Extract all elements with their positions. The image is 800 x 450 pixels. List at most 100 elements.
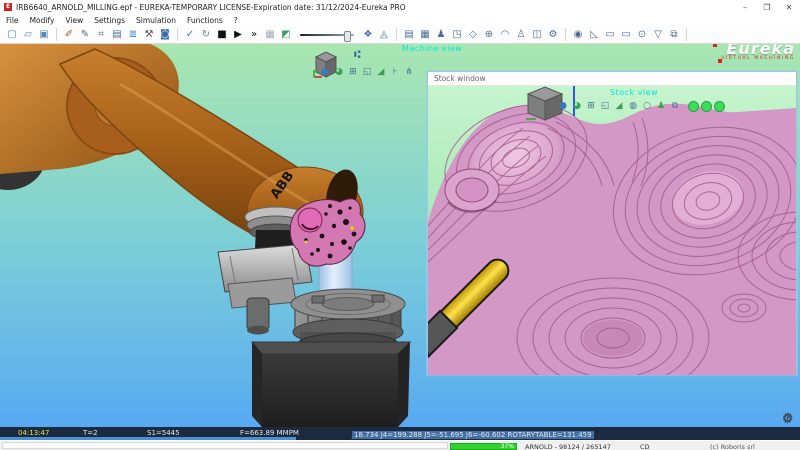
status-field	[2, 442, 448, 449]
nc-status-bar: 04:13:47 T=2 S1=5445 F=663.89 MMPM J1=24…	[0, 427, 800, 440]
fit-view-icon[interactable]: ⊞	[584, 100, 598, 113]
probe-icon[interactable]: ♙	[513, 27, 529, 42]
stock-view-toolbar: ● ◕ ⊞ ◱ ◢ ◍ ○ ♟ ⧉	[556, 100, 725, 113]
pencil-icon[interactable]: ✎	[77, 27, 93, 42]
toolbar-separator	[396, 28, 397, 41]
zoom-window-icon[interactable]: ◱	[360, 66, 374, 79]
menu-view[interactable]: View	[65, 16, 83, 25]
copyright-label: (c) Roboris srl	[710, 443, 755, 450]
bottom-status-bar: 37% ARNOLD - 98124 / 265147 CD (c) Robor…	[0, 440, 800, 450]
shaded-view-icon[interactable]: ◕	[332, 66, 346, 79]
tree-icon[interactable]: ⋔	[402, 66, 416, 79]
sphere-view-icon[interactable]: ●	[556, 100, 570, 113]
slider-thumb[interactable]	[344, 30, 351, 42]
screen-b-icon[interactable]: ▭	[618, 27, 634, 42]
toolbar-separator	[56, 28, 57, 41]
users-icon[interactable]: ♟	[433, 27, 449, 42]
hierarchy-icon[interactable]: ⌗	[93, 27, 109, 42]
selection-filter-icon[interactable]: ◢	[612, 100, 626, 113]
link-icon[interactable]: ⊦	[388, 66, 402, 79]
shaded-view-icon[interactable]: ◕	[570, 100, 584, 113]
snapshot-icon[interactable]: ❖	[360, 27, 376, 42]
sphere-view-icon[interactable]: ●	[318, 66, 332, 79]
screen-a-icon[interactable]: ▭	[602, 27, 618, 42]
collision-check-icon[interactable]: ◩	[278, 27, 294, 42]
users-icon[interactable]: ♟	[654, 100, 668, 113]
kinematics-tree-icon[interactable]: ⑆	[354, 48, 361, 61]
elapsed-time: 04:13:47	[18, 429, 50, 437]
speed-slider[interactable]	[300, 30, 354, 42]
camera-icon[interactable]: ◉	[570, 27, 586, 42]
window-title: IRB6640_ARNOLD_MILLING.epf - EUREKA-TEMP…	[16, 2, 406, 12]
save-file-icon[interactable]: ▣	[36, 27, 52, 42]
gem-icon[interactable]: ◇	[465, 27, 481, 42]
outline-icon[interactable]: ○	[640, 100, 654, 113]
new-file-icon[interactable]: ▢	[4, 27, 20, 42]
stop-icon[interactable]: ■	[214, 27, 230, 42]
fast-forward-icon[interactable]: »	[246, 27, 262, 42]
mode-indicator: CD	[640, 443, 650, 450]
filter-icon[interactable]: ▽	[650, 27, 666, 42]
ruler-icon[interactable]: ◺	[586, 27, 602, 42]
stock-view-icons: ● ◕ ⊞ ◱ ◢ ◍ ○ ♟ ⧉	[556, 100, 682, 113]
loop-icon[interactable]: ↻	[198, 27, 214, 42]
viewport-settings-gear-icon[interactable]: ⚙	[782, 412, 793, 426]
toolbar-separator	[686, 28, 687, 41]
machine-viewport[interactable]: ABB ⚙ Eureka VIRTUAL MACHINING Machine v…	[0, 44, 800, 427]
open-file-icon[interactable]: ▱	[20, 27, 36, 42]
brush-icon[interactable]: ✐	[61, 27, 77, 42]
binoculars-icon[interactable]: ⧉	[668, 100, 682, 113]
menu-help[interactable]: ?	[234, 16, 238, 25]
menu-functions[interactable]: Functions	[187, 16, 223, 25]
binoculars-icon[interactable]: ⧉	[666, 27, 682, 42]
monitor-icon[interactable]: ◙	[157, 27, 173, 42]
logo-subtext: VIRTUAL MACHINING	[721, 56, 795, 61]
globe-target-icon[interactable]: ⊕	[481, 27, 497, 42]
zoom-window-icon[interactable]: ◱	[598, 100, 612, 113]
menu-settings[interactable]: Settings	[94, 16, 125, 25]
joint-values-highlight: 18.734 J4=199.288 J5=-51.695 J6=-60.602 …	[352, 431, 594, 439]
stock-window-titlebar[interactable]: Stock window	[428, 72, 796, 86]
fit-view-icon[interactable]: ⊞	[346, 66, 360, 79]
stock-window[interactable]: Stock window Stock view ● ◕ ⊞ ◱ ◢ ◍ ○ ♟ …	[427, 71, 797, 375]
stock-window-content[interactable]: Stock view ● ◕ ⊞ ◱ ◢ ◍ ○ ♟ ⧉	[428, 86, 796, 375]
maximize-button[interactable]: ❐	[756, 3, 778, 12]
play-icon[interactable]: ▶	[230, 27, 246, 42]
toolbar-separator	[177, 28, 178, 41]
frame-icon[interactable]: ◫	[529, 27, 545, 42]
file-toolbar-group: ▢ ▱ ▣	[4, 27, 52, 42]
gear-icon[interactable]: ⚙	[545, 27, 561, 42]
spindle-speed: S1=5445	[147, 429, 180, 437]
menu-bar: File Modify View Settings Simulation Function…	[0, 14, 800, 26]
menu-file[interactable]: File	[6, 16, 19, 25]
panels-toolbar-group: ▤ ▦ ♟ ◳ ◇ ⊕ ◠ ♙ ◫ ⚙	[401, 27, 561, 42]
application-window: E IRB6640_ARNOLD_MILLING.epf - EUREKA-TE…	[0, 0, 800, 450]
pedestal	[250, 341, 412, 427]
export-icon[interactable]: ◳	[449, 27, 465, 42]
cylinder-icon[interactable]: ◍	[626, 100, 640, 113]
report-icon[interactable]: ▦	[262, 27, 278, 42]
grid-icon[interactable]: ▦	[417, 27, 433, 42]
main-toolbar: ▢ ▱ ▣ ✐ ✎ ⌗ ▤ ≣ ⚒ ◙ ✓ ↻ ■ ▶» ▦ ◩ ❖ ◬ ▤ ▦ ♟ ◳ ◇ ⊕ ◠ ♙ ◫ ⚙ ◉ ◺ ▭ ▭ ⊙ ▽…	[0, 26, 800, 44]
machine-view-icons: ● ◕ ⊞ ◱ ◢ ⊦ ⋔	[318, 66, 416, 79]
magnifier-icon[interactable]: ⊙	[634, 27, 650, 42]
file-progress-bar: 37%	[450, 442, 517, 450]
edit-toolbar-group: ✐ ✎ ⌗ ▤ ≣ ⚒ ◙	[61, 27, 173, 42]
target-icon[interactable]: ◬	[376, 27, 392, 42]
minimize-button[interactable]: –	[734, 3, 756, 12]
verify-check-icon[interactable]: ✓	[182, 27, 198, 42]
menu-simulation[interactable]: Simulation	[136, 16, 176, 25]
stock-3d-scene[interactable]	[428, 86, 796, 375]
form-icon[interactable]: ▤	[401, 27, 417, 42]
menu-modify[interactable]: Modify	[30, 16, 55, 25]
green-status-dot	[688, 101, 699, 112]
align-icon[interactable]: ≣	[125, 27, 141, 42]
tools-icon[interactable]: ⚒	[141, 27, 157, 42]
stock-material	[428, 103, 796, 375]
selection-filter-icon[interactable]: ◢	[374, 66, 388, 79]
green-status-dot	[701, 101, 712, 112]
clipboard-icon[interactable]: ▤	[109, 27, 125, 42]
stock-view-label: Stock view	[610, 88, 659, 97]
close-button[interactable]: ✕	[778, 3, 800, 12]
dome-icon[interactable]: ◠	[497, 27, 513, 42]
